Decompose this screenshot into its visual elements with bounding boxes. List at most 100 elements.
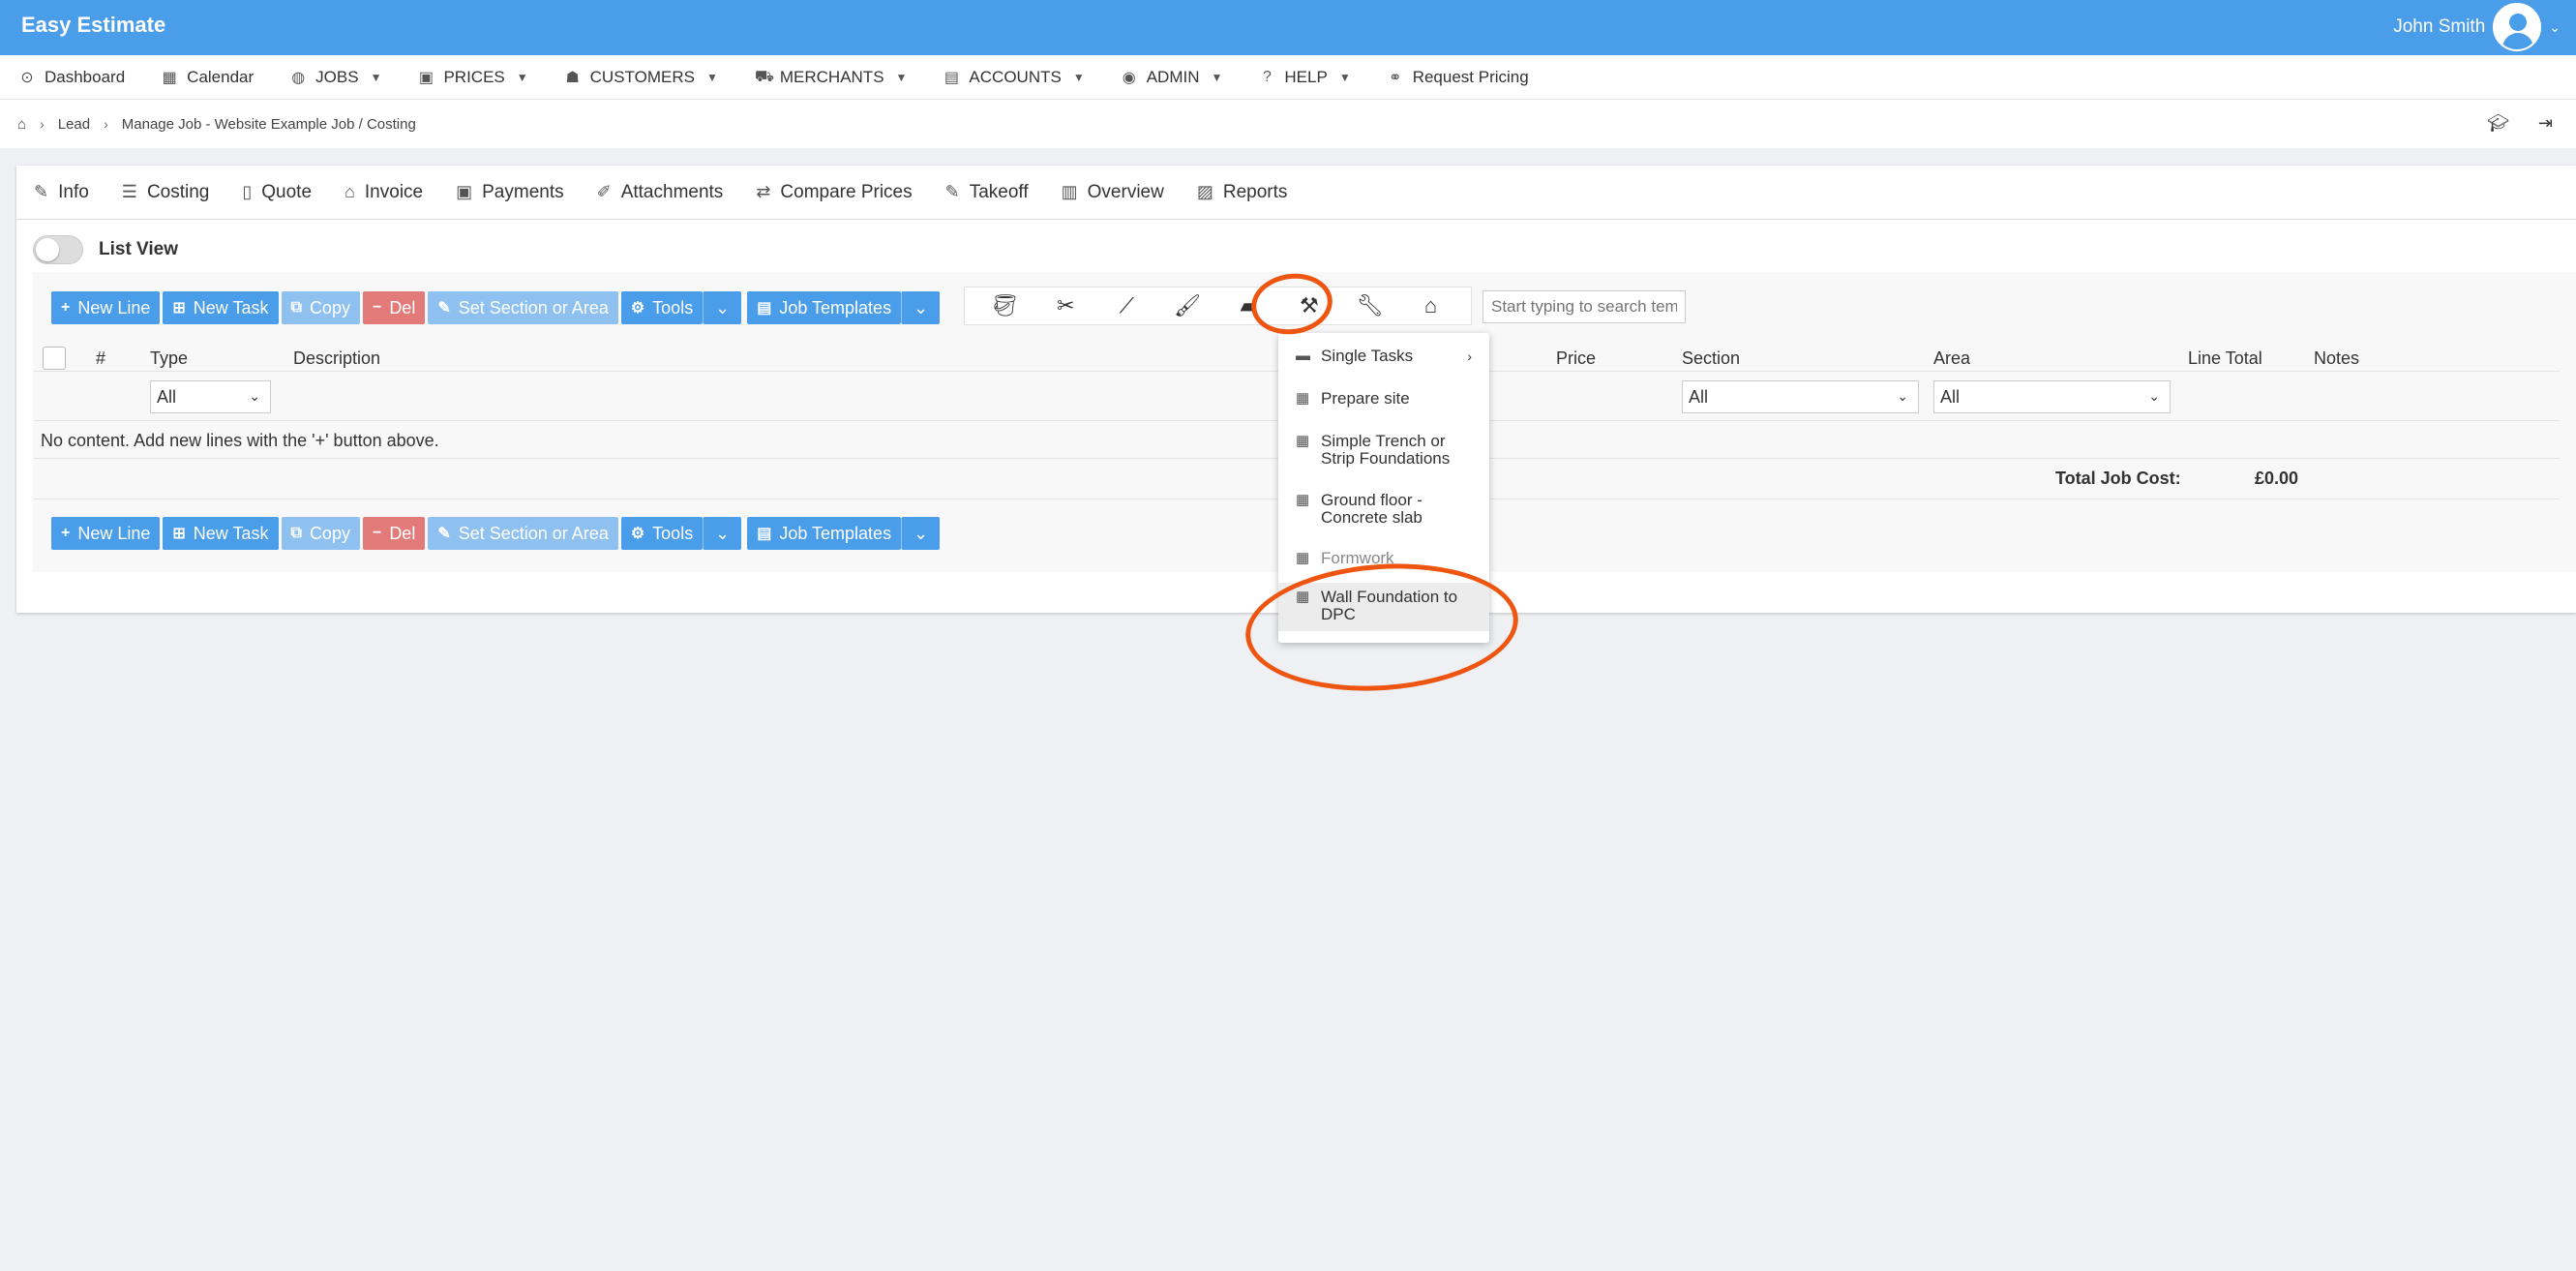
chevron-down-icon: ⌄ bbox=[715, 297, 731, 318]
new-line-button[interactable]: + New Line bbox=[51, 517, 161, 550]
tab-costing[interactable]: ☰ Costing bbox=[122, 182, 210, 203]
dropdown-item-prepare-site[interactable]: ▦ Prepare site bbox=[1278, 390, 1489, 415]
tab-label: Takeoff bbox=[969, 181, 1029, 202]
type-filter-select[interactable]: All ⌄ bbox=[150, 380, 271, 413]
set-section-button[interactable]: ✎ Set Section or Area bbox=[428, 517, 618, 550]
nav-dashboard[interactable]: ⊙ Dashboard bbox=[19, 68, 125, 87]
nav-admin[interactable]: ◉ ADMIN ▼ bbox=[1122, 68, 1223, 87]
calculator-icon: ▦ bbox=[1296, 390, 1310, 407]
list-view-toggle[interactable] bbox=[33, 235, 83, 264]
user-name[interactable]: John Smith bbox=[2393, 16, 2485, 38]
dropdown-item-strip-foundations[interactable]: ▦ Simple Trench or Strip Foundations bbox=[1278, 433, 1489, 473]
chevron-down-icon: ▼ bbox=[370, 70, 382, 84]
accounts-icon: ▤ bbox=[944, 69, 959, 86]
chevron-right-icon: › bbox=[104, 116, 108, 132]
cart-icon: ⛟ bbox=[754, 68, 774, 85]
tab-overview[interactable]: ▥ Overview bbox=[1062, 182, 1164, 203]
dropdown-item-label: Single Tasks bbox=[1321, 347, 1414, 365]
calculator-icon: ▦ bbox=[1296, 550, 1310, 566]
nav-request-pricing[interactable]: ⚭ Request Pricing bbox=[1388, 68, 1529, 87]
total-job-cost-value: £0.00 bbox=[2255, 469, 2299, 488]
button-label: Tools bbox=[652, 523, 694, 543]
tab-label: Quote bbox=[261, 181, 313, 202]
set-section-button[interactable]: ✎ Set Section or Area bbox=[428, 291, 618, 324]
sign-out-icon[interactable]: ⇥ bbox=[2538, 113, 2553, 134]
nav-accounts[interactable]: ▤ ACCOUNTS ▼ bbox=[944, 68, 1085, 87]
col-section: Section bbox=[1682, 348, 1741, 368]
tab-quote[interactable]: ▯ Quote bbox=[242, 182, 312, 203]
tools-button[interactable]: ⚙ Tools bbox=[620, 291, 704, 324]
plus-square-icon: ⊞ bbox=[172, 526, 186, 542]
tab-invoice[interactable]: ⌂ Invoice bbox=[344, 182, 423, 203]
wrench-icon[interactable]: 🔧︎ bbox=[1351, 293, 1390, 318]
tab-reports[interactable]: ▨ Reports bbox=[1197, 182, 1288, 203]
nav-calendar[interactable]: ▦ Calendar bbox=[162, 68, 255, 87]
nav-label: CUSTOMERS bbox=[589, 67, 695, 86]
job-templates-dropdown-toggle[interactable]: ⌄ bbox=[901, 517, 941, 550]
area-filter-select[interactable]: All ⌄ bbox=[1933, 380, 2171, 413]
button-label: New Line bbox=[77, 297, 151, 318]
nav-help[interactable]: ? HELP ▼ bbox=[1259, 68, 1351, 87]
paintbrush-icon[interactable]: 🖌︎ bbox=[1168, 293, 1207, 318]
question-icon: ? bbox=[1262, 68, 1272, 85]
chevron-right-icon: › bbox=[1467, 348, 1472, 364]
select-value: All bbox=[1689, 386, 1709, 407]
tools-button[interactable]: ⚙ Tools bbox=[620, 517, 704, 550]
select-value: All bbox=[157, 386, 177, 407]
col-price: Price bbox=[1556, 348, 1597, 368]
tab-info[interactable]: ✎ Info bbox=[34, 182, 89, 203]
copy-button[interactable]: ⧉ Copy bbox=[281, 517, 360, 550]
job-templates-button[interactable]: ▤ Job Templates bbox=[747, 291, 902, 324]
nav-customers[interactable]: ☗ CUSTOMERS ▼ bbox=[565, 67, 717, 87]
dropdown-item-single-tasks[interactable]: ▬ Single Tasks › bbox=[1278, 348, 1489, 373]
breadcrumb-lead[interactable]: Lead bbox=[58, 116, 90, 133]
dropdown-item-label: Prepare site bbox=[1321, 389, 1410, 408]
graduation-cap-icon[interactable]: 🎓︎ bbox=[2487, 113, 2509, 134]
tab-takeoff[interactable]: ✎ Takeoff bbox=[945, 182, 1029, 203]
chevron-down-icon: ▼ bbox=[1211, 70, 1223, 84]
chevron-right-icon: › bbox=[40, 116, 45, 132]
tools-dropdown-toggle[interactable]: ⌄ bbox=[703, 291, 742, 324]
tab-payments[interactable]: ▣ Payments bbox=[456, 182, 564, 203]
calculator-icon: ▦ bbox=[1296, 433, 1310, 449]
tab-compare-prices[interactable]: ⇄ Compare Prices bbox=[756, 182, 912, 203]
dropdown-item-label: Simple Trench or Strip Foundations bbox=[1321, 432, 1451, 468]
delete-button[interactable]: − Del bbox=[362, 291, 426, 324]
pliers-icon[interactable]: ✂ bbox=[1046, 293, 1085, 318]
new-line-button[interactable]: + New Line bbox=[51, 291, 161, 324]
tab-attachments[interactable]: ✐ Attachments bbox=[597, 182, 724, 203]
new-task-button[interactable]: ⊞ New Task bbox=[163, 291, 279, 324]
section-filter-select[interactable]: All ⌄ bbox=[1682, 380, 1919, 413]
nav-merchants[interactable]: ⛟ MERCHANTS ▼ bbox=[755, 68, 908, 87]
select-all-checkbox[interactable] bbox=[43, 347, 66, 370]
home-icon[interactable]: ⌂ bbox=[17, 116, 26, 133]
house-icon[interactable]: ⌂ bbox=[1412, 293, 1451, 318]
trowel-icon[interactable]: 🪣︎ bbox=[985, 293, 1024, 318]
gears-icon: ⚙ bbox=[630, 526, 645, 542]
dropdown-item-concrete-slab[interactable]: ▦ Ground floor - Concrete slab bbox=[1278, 492, 1489, 532]
job-templates-dropdown-toggle[interactable]: ⌄ bbox=[901, 291, 941, 324]
nav-label: JOBS bbox=[315, 67, 359, 86]
user-menu[interactable]: John Smith ⌄ bbox=[2393, 2, 2561, 52]
nav-label: ADMIN bbox=[1146, 67, 1200, 86]
delete-button[interactable]: − Del bbox=[362, 517, 426, 550]
edit-icon: ✎ bbox=[944, 182, 960, 201]
screwdriver-icon[interactable]: ⟋ bbox=[1107, 293, 1146, 318]
chevron-down-icon: ▼ bbox=[1072, 70, 1085, 84]
tools-dropdown-toggle[interactable]: ⌄ bbox=[703, 517, 742, 550]
copy-button[interactable]: ⧉ Copy bbox=[281, 291, 360, 324]
nav-jobs[interactable]: ◍ JOBS ▼ bbox=[290, 68, 381, 87]
chevron-down-icon[interactable]: ⌄ bbox=[2549, 19, 2561, 36]
job-tabs: ✎ Info ☰ Costing ▯ Quote ⌂ Invoice ▣ Payments… bbox=[16, 166, 2576, 220]
template-search-input[interactable] bbox=[1483, 290, 1686, 323]
avatar[interactable] bbox=[2493, 3, 2542, 51]
file-icon: ▤ bbox=[757, 526, 772, 542]
job-templates-button[interactable]: ▤ Job Templates bbox=[747, 517, 902, 550]
app-title[interactable]: Easy Estimate bbox=[21, 13, 165, 38]
button-label: Tools bbox=[652, 297, 694, 318]
edit-icon: ✎ bbox=[437, 300, 451, 317]
nav-prices[interactable]: ▣ PRICES ▼ bbox=[418, 68, 528, 87]
gears-icon: ⚙ bbox=[630, 300, 645, 317]
new-task-button[interactable]: ⊞ New Task bbox=[163, 517, 279, 550]
tab-label: Payments bbox=[482, 181, 564, 202]
